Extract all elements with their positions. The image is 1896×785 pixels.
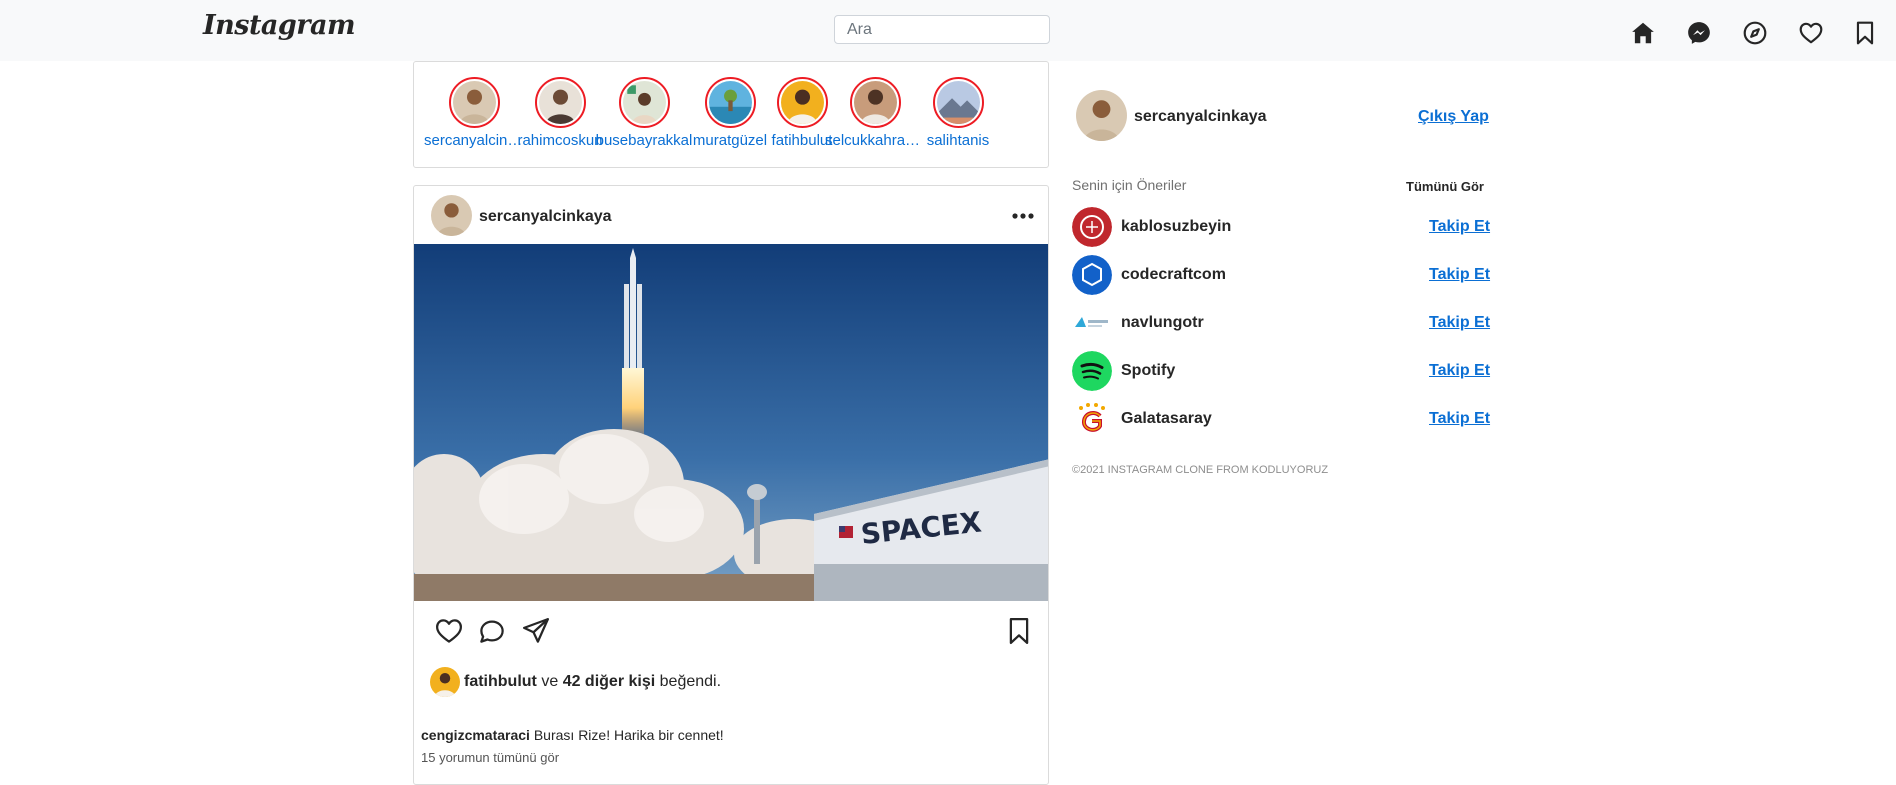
post-actions [414,616,1048,656]
explore-icon[interactable] [1742,20,1768,46]
story-username: sercanyalcinkaya [424,132,524,149]
instagram-logo[interactable]: Instagram [203,10,356,41]
follow-button[interactable]: Takip Et [1429,314,1490,332]
suggestions-title: Senin için Öneriler [1072,177,1187,193]
suggestion-username[interactable]: Spotify [1121,362,1175,380]
suggestion-row: Galatasaray Takip Et [1072,399,1492,439]
share-icon[interactable] [521,616,551,646]
suggestion-username[interactable]: Galatasaray [1121,410,1212,428]
messenger-icon[interactable] [1686,20,1712,46]
liker-username[interactable]: fatihbulut [464,673,537,691]
stories-bar: sercanyalcinkaya rahimcoskun busebayrakk… [413,61,1049,168]
follow-button[interactable]: Takip Et [1429,362,1490,380]
suggestion-avatar[interactable] [1072,207,1112,247]
save-icon[interactable] [1004,616,1034,646]
suggestion-row: codecraftcom Takip Et [1072,255,1492,295]
comment-text: Burası Rize! Harika bir cennet! [533,727,724,743]
liker-avatar [430,667,460,697]
follow-button[interactable]: Takip Et [1429,266,1490,284]
story-username: busebayrakkal [595,132,693,149]
avatar [780,81,824,124]
post-comment: cengizcmataraci Burası Rize! Harika bir … [421,727,724,743]
post-username[interactable]: sercanyalcinkaya [479,208,612,226]
suggestion-row: kablosuzbeyin Takip Et [1072,207,1492,247]
suggestion-row: Spotify Takip Et [1072,351,1492,391]
likes-others[interactable]: 42 diğer kişi [563,673,656,691]
view-all-comments-link[interactable]: 15 yorumun tümünü gör [421,750,559,765]
see-all-link[interactable]: Tümünü Gör [1406,179,1484,194]
comment-icon[interactable] [477,616,507,646]
profile-avatar[interactable] [1076,90,1127,141]
comment-username[interactable]: cengizcmataraci [421,727,530,743]
more-options-icon[interactable] [1010,206,1036,226]
suggestion-avatar[interactable] [1072,303,1112,343]
avatar [622,81,666,124]
likes-connector: ve [541,673,559,690]
suggestion-username[interactable]: codecraftcom [1121,266,1226,284]
avatar [853,81,897,124]
avatar [936,81,980,124]
avatar [708,81,752,124]
spotify-icon[interactable] [1072,351,1112,391]
footer-copyright: ©2021 INSTAGRAM CLONE FROM KODLUYORUZ [1072,464,1329,476]
story-item[interactable]: busebayrakkal [594,77,694,149]
top-navbar: Instagram [0,0,1896,61]
post-image[interactable]: SPACEX [414,244,1048,601]
suggestion-username[interactable]: kablosuzbeyin [1121,218,1231,236]
heart-icon[interactable] [1798,20,1824,46]
follow-button[interactable]: Takip Et [1429,410,1490,428]
suggestion-avatar[interactable] [1072,255,1112,295]
avatar [452,81,496,124]
profile-username[interactable]: sercanyalcinkaya [1134,108,1267,126]
bookmark-icon[interactable] [1852,20,1878,46]
suggestion-row: navlungotr Takip Et [1072,303,1492,343]
avatar [538,81,582,124]
galatasaray-logo[interactable] [1072,399,1112,439]
suggestion-username[interactable]: navlungotr [1121,314,1204,332]
likes-summary: fatihbulut ve 42 diğer kişi beğendi. [430,667,721,697]
likes-suffix: beğendi. [659,673,722,690]
post-author-avatar[interactable] [431,195,472,236]
search-input[interactable] [834,15,1050,44]
logout-link[interactable]: Çıkış Yap [1418,108,1489,126]
story-username: salihtanis [926,132,990,149]
home-icon[interactable] [1630,20,1656,46]
post-header: sercanyalcinkaya [414,186,1048,244]
story-item[interactable]: sercanyalcinkaya [424,77,524,149]
feed-post: sercanyalcinkaya SPACEX fatihbulut ve 42… [413,185,1049,785]
like-icon[interactable] [434,616,464,646]
follow-button[interactable]: Takip Et [1429,218,1490,236]
story-item[interactable]: salihtanis [908,77,1008,149]
